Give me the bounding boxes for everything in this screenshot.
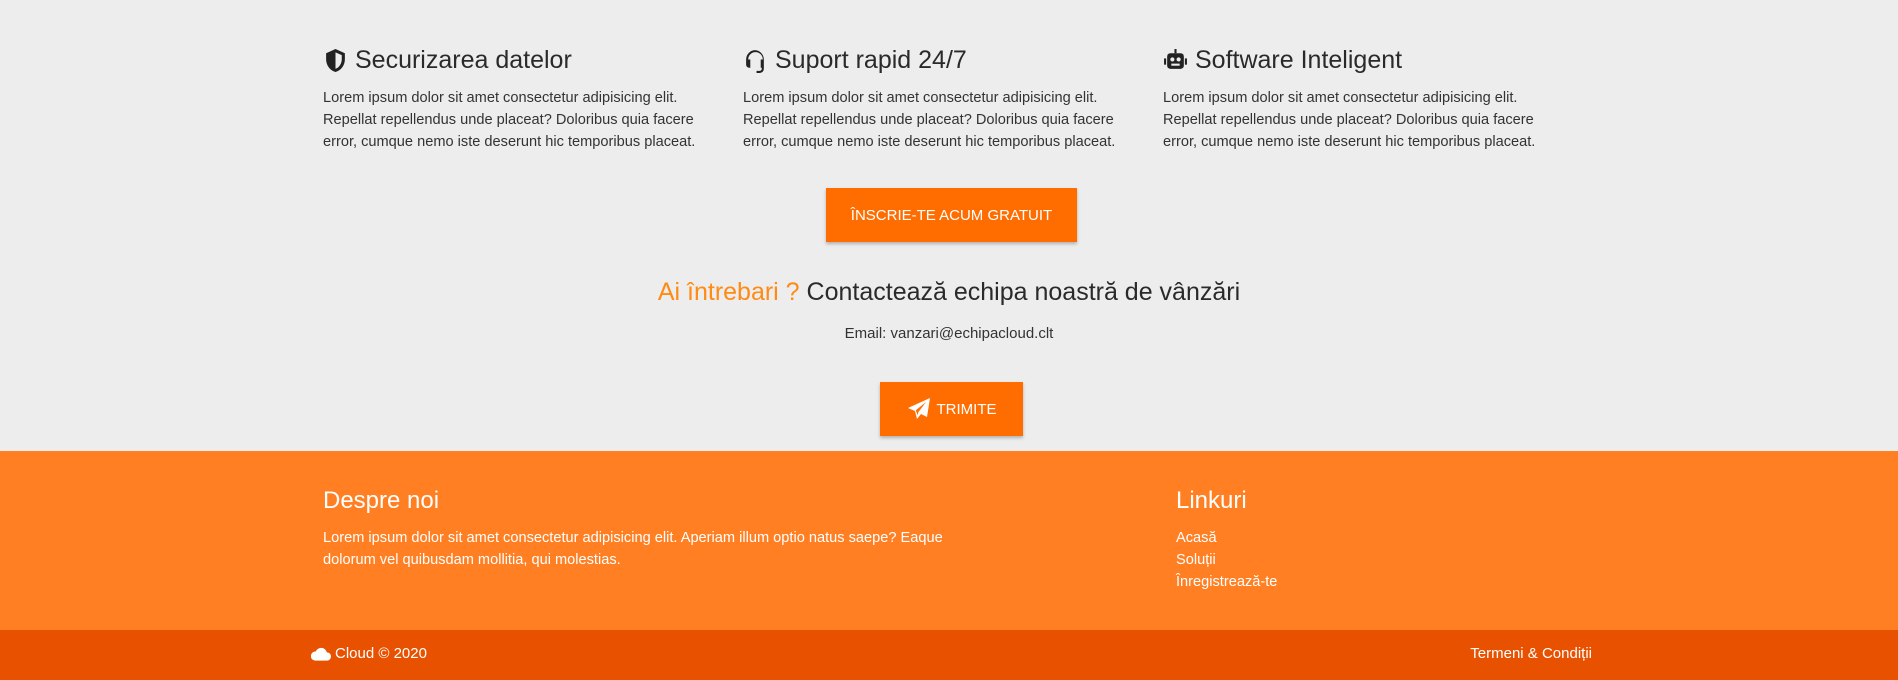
feature-text: Lorem ipsum dolor sit amet consectetur a… <box>743 90 1116 150</box>
send-button-label: TRIMITE <box>936 400 997 418</box>
paper-plane-icon <box>907 398 930 419</box>
feature-text: Lorem ipsum dolor sit amet consectetur a… <box>323 90 696 150</box>
shield-icon <box>326 48 345 72</box>
feature-security: Securizarea datelor Lorem ipsum dolor si… <box>323 44 743 153</box>
feature-title: Suport rapid 24/7 <box>743 44 1163 76</box>
headset-icon <box>746 49 764 73</box>
footer: Despre noi Lorem ipsum dolor sit amet co… <box>0 451 1898 630</box>
footer-about-text: Lorem ipsum dolor sit amet consectetur a… <box>323 530 943 568</box>
cloud-icon <box>311 647 331 661</box>
feature-support: Suport rapid 24/7 Lorem ipsum dolor sit … <box>743 44 1163 153</box>
footer-link-home[interactable]: Acasă <box>1176 527 1277 549</box>
contact-email: Email: vanzari@echipacloud.clt <box>844 325 1054 342</box>
send-button[interactable]: TRIMITE <box>880 382 1023 436</box>
footer-about-title: Despre noi <box>323 487 440 514</box>
feature-title: Software Inteligent <box>1163 44 1583 76</box>
bottom-bar: Cloud © 2020 Termeni & Condiții <box>0 630 1898 680</box>
robot-icon <box>1164 48 1187 69</box>
footer-about: Despre noi Lorem ipsum dolor sit amet co… <box>323 487 963 571</box>
feature-title: Securizarea datelor <box>323 44 743 76</box>
terms-link[interactable]: Termeni & Condiții <box>1470 645 1592 662</box>
footer-link-solutions[interactable]: Soluții <box>1176 549 1277 571</box>
brand: Cloud © 2020 <box>311 645 427 662</box>
contact-title: Contactează echipa noastră de vânzări <box>806 278 1241 306</box>
footer-link-register[interactable]: Înregistrează-te <box>1176 571 1277 593</box>
contact-question: Ai întrebari ? <box>657 278 800 306</box>
contact-heading: Ai întrebari ? Contactează echipa noastr… <box>0 278 1898 307</box>
feature-software: Software Inteligent Lorem ipsum dolor si… <box>1163 44 1583 153</box>
brand-text: Cloud © 2020 <box>335 645 427 662</box>
feature-text: Lorem ipsum dolor sit amet consectetur a… <box>1163 90 1536 150</box>
footer-links: Linkuri Acasă Soluții Înregistrează-te <box>1176 487 1277 593</box>
footer-links-title: Linkuri <box>1176 487 1247 514</box>
footer-links-list: Acasă Soluții Înregistrează-te <box>1176 527 1277 593</box>
signup-button[interactable]: ÎNSCRIE-TE ACUM GRATUIT <box>826 188 1077 242</box>
features-section: Securizarea datelor Lorem ipsum dolor si… <box>323 44 1583 153</box>
